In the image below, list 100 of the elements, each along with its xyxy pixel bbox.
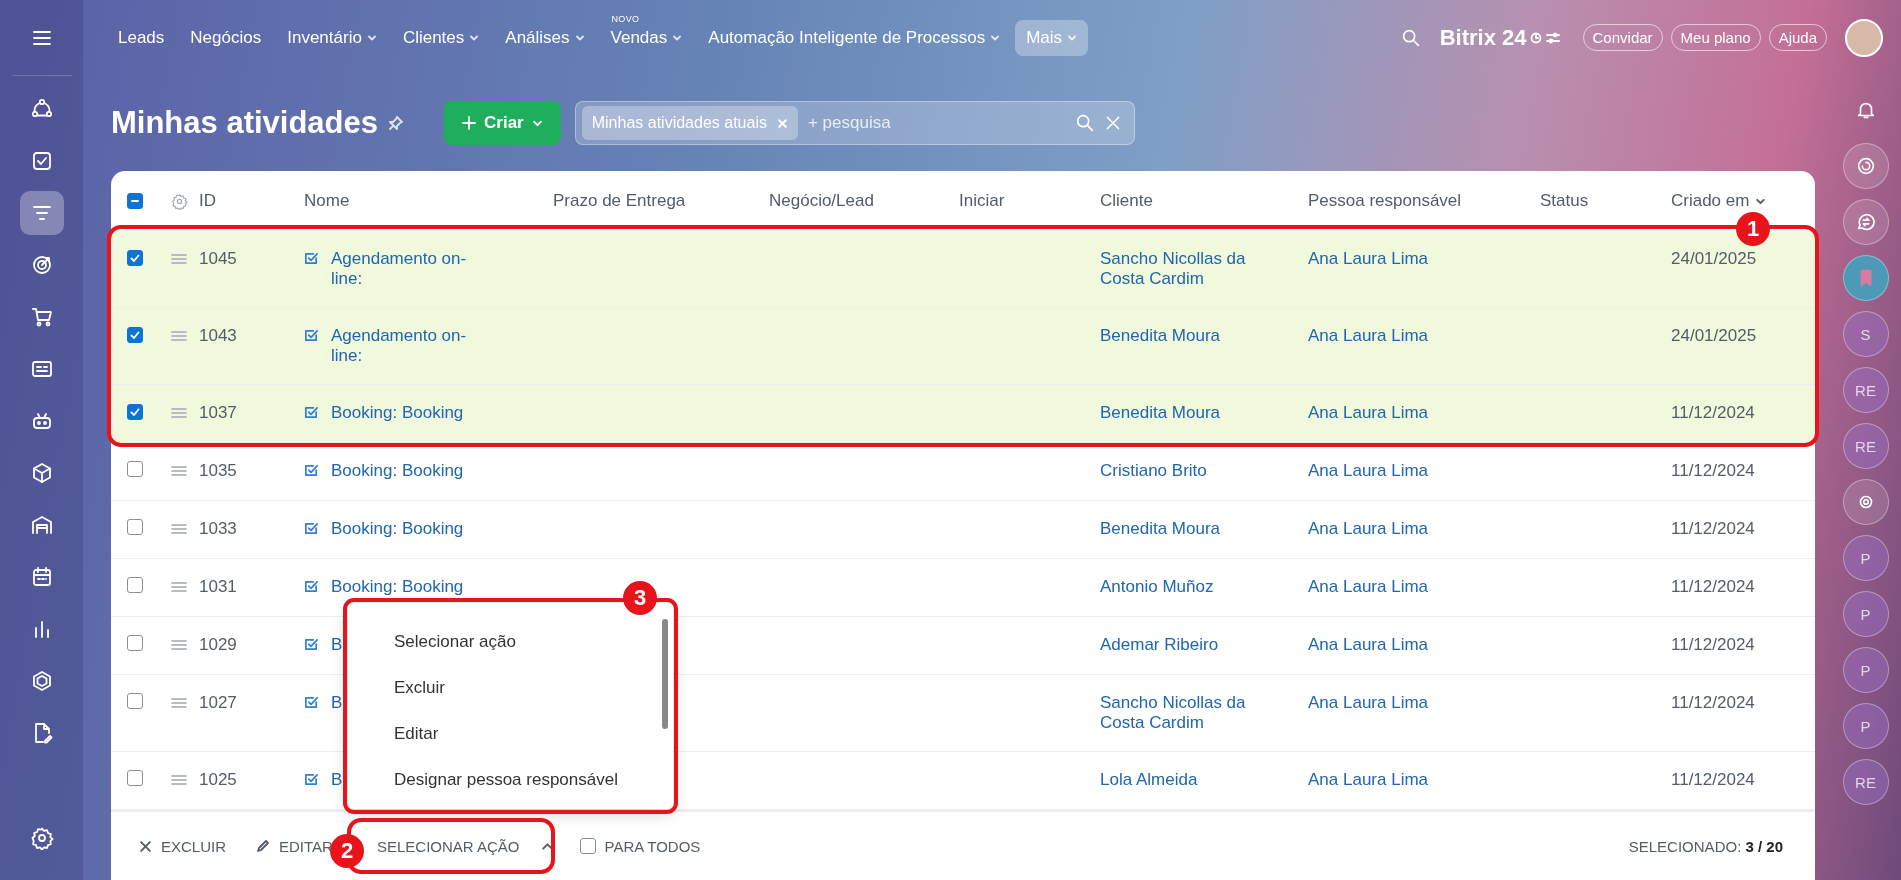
nav-item[interactable]: Leads: [107, 19, 176, 56]
task-icon: [304, 405, 319, 420]
user-avatar[interactable]: P: [1842, 703, 1889, 749]
row-checkbox[interactable]: [127, 250, 143, 266]
task-icon: [304, 637, 319, 652]
menu-item[interactable]: Designar pessoa responsável: [348, 757, 657, 803]
table-row[interactable]: 1035 Booking: Booking Cristiano Brito Ana Laura Lima 11/12/2024: [111, 443, 1815, 501]
nav-item[interactable]: Clientes: [391, 19, 491, 56]
activity-link[interactable]: B: [331, 770, 343, 790]
user-avatar[interactable]: S: [1842, 311, 1889, 357]
date-cell: 11/12/2024: [1671, 403, 1755, 422]
client-link[interactable]: Benedita Moura: [1100, 519, 1221, 539]
client-link[interactable]: Lola Almeida: [1100, 770, 1198, 790]
activity-link[interactable]: Agendamento on-line:: [331, 249, 481, 289]
table-row[interactable]: 1037 Booking: Booking Benedita Moura Ana Laura Lima 11/12/2024: [111, 385, 1815, 443]
menu-item[interactable]: Selecionar ação: [348, 619, 657, 665]
for-all-checkbox[interactable]: [580, 838, 597, 854]
row-checkbox[interactable]: [127, 770, 143, 786]
edit-button[interactable]: EDITAR: [256, 831, 333, 861]
responsible-link[interactable]: Ana Laura Lima: [1308, 326, 1429, 345]
table-row[interactable]: 1033 Booking: Booking Benedita Moura Ana Laura Lima 11/12/2024: [111, 501, 1815, 559]
avatar[interactable]: [1845, 18, 1883, 57]
row-checkbox[interactable]: [127, 519, 143, 535]
row-checkbox[interactable]: [127, 635, 143, 651]
drag-handle-icon[interactable]: [171, 697, 187, 709]
sidebar-button[interactable]: [1842, 199, 1889, 245]
pencil-icon: [256, 839, 271, 853]
settings-icon[interactable]: [29, 826, 54, 850]
client-link[interactable]: Antonio Muñoz: [1100, 577, 1214, 597]
activity-link[interactable]: Booking: Booking: [331, 403, 464, 423]
drag-handle-icon[interactable]: [171, 465, 187, 477]
column-header[interactable]: Negócio/Lead: [769, 191, 874, 211]
responsible-link[interactable]: Ana Laura Lima: [1308, 635, 1429, 654]
sidebar-button[interactable]: [1842, 143, 1889, 189]
warehouse-icon: [29, 513, 54, 537]
select-action-dropdown[interactable]: SELECIONAR AÇÃO: [376, 831, 555, 861]
responsible-link[interactable]: Ana Laura Lima: [1308, 461, 1429, 480]
nav-item[interactable]: Automação Inteligente de Processos: [697, 19, 1012, 56]
drag-handle-icon[interactable]: [171, 253, 187, 265]
responsible-link[interactable]: Ana Laura Lima: [1308, 577, 1429, 596]
user-avatar[interactable]: P: [1842, 647, 1889, 693]
row-checkbox[interactable]: [127, 693, 143, 709]
column-header[interactable]: Nome: [304, 191, 350, 211]
row-checkbox[interactable]: [127, 577, 143, 593]
pin-icon[interactable]: [388, 115, 405, 131]
activity-link[interactable]: Booking: Booking: [331, 519, 464, 539]
table-row[interactable]: 1043 Agendamento on-line: Benedita Moura Ana Laura Lima 24/01/2025: [111, 308, 1815, 385]
user-avatar[interactable]: RE: [1842, 759, 1889, 805]
user-avatar[interactable]: RE: [1842, 367, 1889, 413]
column-header[interactable]: Status: [1540, 191, 1589, 211]
client-link[interactable]: Sancho Nicollas da Costa Cardim: [1100, 693, 1275, 733]
user-avatar[interactable]: RE: [1842, 423, 1889, 469]
client-link[interactable]: Benedita Moura: [1100, 326, 1221, 346]
column-header[interactable]: Pessoa responsável: [1308, 191, 1462, 211]
client-link[interactable]: Ademar Ribeiro: [1100, 635, 1219, 655]
task-icon: [304, 463, 319, 478]
task-icon: [304, 521, 319, 536]
column-header[interactable]: Cliente: [1100, 191, 1153, 211]
responsible-link[interactable]: Ana Laura Lima: [1308, 693, 1429, 712]
activity-link[interactable]: Booking: Booking: [331, 461, 464, 481]
sidebar-button[interactable]: [1842, 479, 1889, 525]
client-link[interactable]: Sancho Nicollas da Costa Cardim: [1100, 249, 1275, 289]
nav-item[interactable]: Análises: [494, 19, 596, 56]
drag-handle-icon[interactable]: [171, 639, 187, 651]
check-icon: [129, 252, 141, 264]
drag-handle-icon[interactable]: [171, 330, 187, 342]
activity-link[interactable]: B: [331, 635, 343, 655]
activity-link[interactable]: Agendamento on-line:: [331, 326, 481, 366]
scrollbar-thumb[interactable]: [662, 619, 668, 729]
client-link[interactable]: Benedita Moura: [1100, 403, 1221, 423]
activity-link[interactable]: Booking: Booking: [331, 577, 464, 597]
drag-handle-icon[interactable]: [171, 774, 187, 786]
responsible-link[interactable]: Ana Laura Lima: [1308, 519, 1429, 538]
sidebar-item[interactable]: [19, 191, 64, 235]
activity-link[interactable]: B: [331, 693, 343, 713]
date-cell: 11/12/2024: [1671, 577, 1755, 596]
column-header[interactable]: Prazo de Entrega: [553, 191, 686, 211]
id-cell: 1025: [199, 770, 237, 789]
nav-item[interactable]: Inventário: [276, 19, 388, 56]
responsible-link[interactable]: Ana Laura Lima: [1308, 249, 1429, 268]
responsible-link[interactable]: Ana Laura Lima: [1308, 403, 1429, 422]
id-cell: 1031: [199, 577, 237, 596]
date-cell: 11/12/2024: [1671, 461, 1755, 480]
drag-handle-icon[interactable]: [171, 581, 187, 593]
delete-button[interactable]: EXCLUIR: [139, 831, 227, 861]
nav-item[interactable]: Negócios: [179, 19, 273, 56]
column-header[interactable]: ID: [199, 191, 216, 211]
responsible-link[interactable]: Ana Laura Lima: [1308, 770, 1429, 789]
bookmark-button[interactable]: [1842, 255, 1889, 301]
client-link[interactable]: Cristiano Brito: [1100, 461, 1207, 481]
row-checkbox[interactable]: [127, 327, 143, 343]
select-all-checkbox[interactable]: [127, 193, 143, 209]
row-checkbox[interactable]: [127, 461, 143, 477]
user-avatar[interactable]: P: [1842, 591, 1889, 637]
column-header[interactable]: Iniciar: [959, 191, 1005, 211]
column-header[interactable]: Criado em: [1671, 191, 1750, 211]
drag-handle-icon[interactable]: [171, 407, 187, 419]
user-avatar[interactable]: P: [1842, 535, 1889, 581]
drag-handle-icon[interactable]: [171, 523, 187, 535]
row-checkbox[interactable]: [127, 404, 143, 420]
